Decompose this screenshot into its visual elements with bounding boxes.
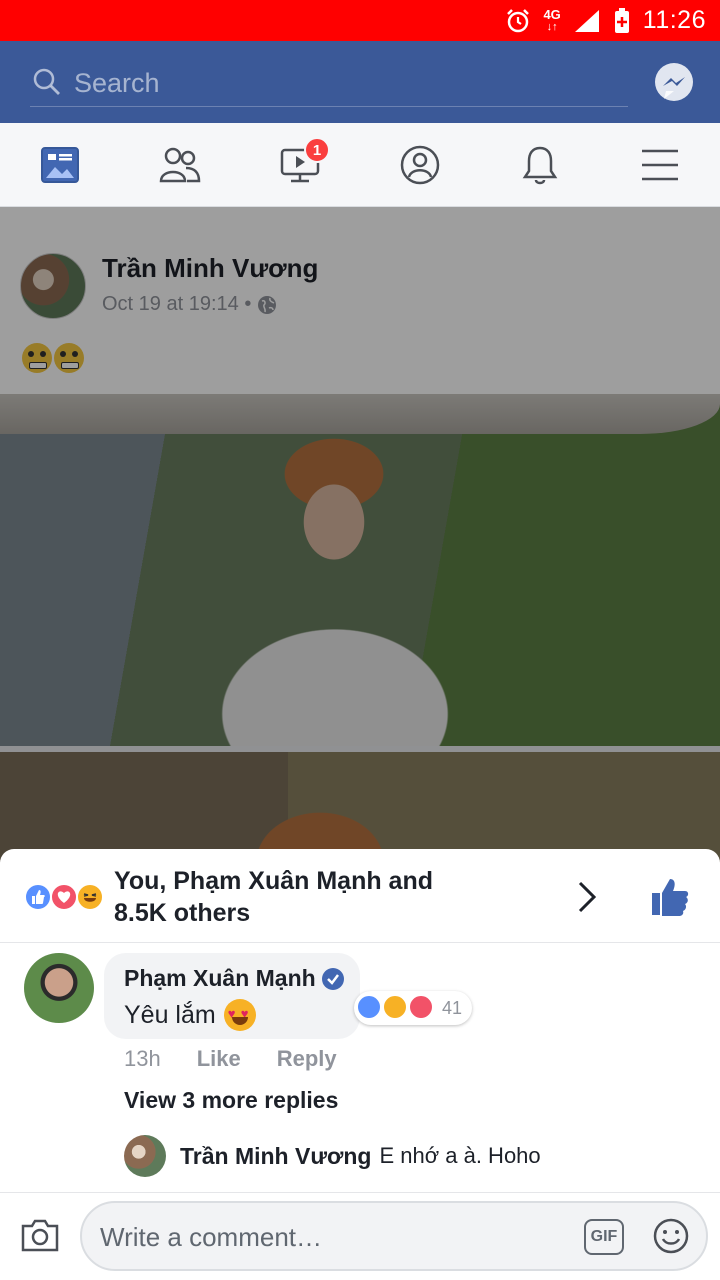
clock: 11:26 <box>642 6 706 34</box>
comment-text: Yêu lắm ♥ ♥ <box>124 999 256 1031</box>
tab-friends[interactable] <box>156 141 204 189</box>
reactions-text: You, Phạm Xuân Mạnh and 8.5K others <box>114 865 544 929</box>
messenger-icon[interactable] <box>652 61 696 105</box>
menu-icon <box>642 149 678 181</box>
love-reaction-icon <box>408 994 434 1020</box>
bell-icon <box>522 146 558 185</box>
heart-eyes-emoji-icon: ♥ ♥ <box>223 999 256 1031</box>
comment-input[interactable] <box>100 1217 570 1257</box>
comment-author[interactable]: Phạm Xuân Mạnh <box>124 965 344 992</box>
search-bar[interactable] <box>30 61 628 107</box>
comment-body: Yêu lắm <box>124 1000 216 1029</box>
tab-notifications[interactable] <box>516 141 564 189</box>
gif-button[interactable]: GIF <box>584 1219 624 1255</box>
comment-time: 13h <box>124 1046 161 1071</box>
profile-icon <box>400 145 440 185</box>
like-reaction-icon <box>24 883 52 911</box>
comment-bubble[interactable]: Phạm Xuân Mạnh Yêu lắm ♥ ♥ <box>104 953 360 1039</box>
view-more-replies-link[interactable]: View 3 more replies <box>124 1087 338 1114</box>
reply-preview[interactable]: Trần Minh Vương E nhớ a à. Hoho <box>124 1135 541 1177</box>
comments-sheet: You, Phạm Xuân Mạnh and 8.5K others Phạm… <box>0 849 720 1280</box>
network-type: 4G ↓↑ <box>543 6 561 33</box>
avatar <box>124 1135 166 1177</box>
search-icon <box>33 68 60 95</box>
tab-bar: 1 <box>0 123 720 207</box>
battery-charging-icon <box>614 7 629 33</box>
tab-news-feed[interactable] <box>36 141 84 189</box>
emoji-icon[interactable] <box>652 1217 690 1255</box>
reactions-line-1: You, Phạm Xuân Mạnh and <box>114 867 434 895</box>
reaction-icons <box>24 883 108 913</box>
like-reaction-icon <box>356 994 382 1020</box>
reply-text: E nhớ a à. Hoho <box>379 1143 541 1168</box>
reply-author: Trần Minh Vương <box>180 1142 372 1169</box>
chevron-right-icon[interactable] <box>572 879 602 915</box>
verified-badge-icon <box>321 967 344 990</box>
comment-input-wrapper[interactable]: GIF <box>80 1201 708 1271</box>
tab-menu[interactable] <box>636 141 684 189</box>
news-feed-icon <box>41 147 79 183</box>
alarm-icon <box>507 8 530 32</box>
comment-reply-button[interactable]: Reply <box>277 1046 337 1072</box>
comment-author-name: Phạm Xuân Mạnh <box>124 965 316 991</box>
watch-notification-badge: 1 <box>304 137 330 163</box>
haha-reaction-icon <box>382 994 408 1020</box>
comment-composer: GIF <box>0 1192 720 1280</box>
reactions-line-2: 8.5K others <box>114 899 251 927</box>
like-button[interactable] <box>648 875 692 919</box>
reactions-summary[interactable]: You, Phạm Xuân Mạnh and 8.5K others <box>0 849 720 943</box>
avatar[interactable] <box>24 953 94 1023</box>
status-bar: 4G ↓↑ 11:26 <box>0 0 720 41</box>
comment-reaction-count: 41 <box>442 998 463 1018</box>
tab-profile[interactable] <box>396 141 444 189</box>
camera-icon[interactable] <box>20 1217 60 1253</box>
comment-reactions[interactable]: 41 <box>354 991 472 1025</box>
love-reaction-icon <box>50 883 78 911</box>
search-input[interactable] <box>74 65 614 101</box>
haha-reaction-icon <box>76 883 104 911</box>
comment-actions: 13h Like Reply <box>124 1045 337 1073</box>
search-header <box>0 41 720 123</box>
signal-icon <box>574 9 599 32</box>
friends-icon <box>159 147 201 183</box>
comment-like-button[interactable]: Like <box>197 1046 241 1072</box>
